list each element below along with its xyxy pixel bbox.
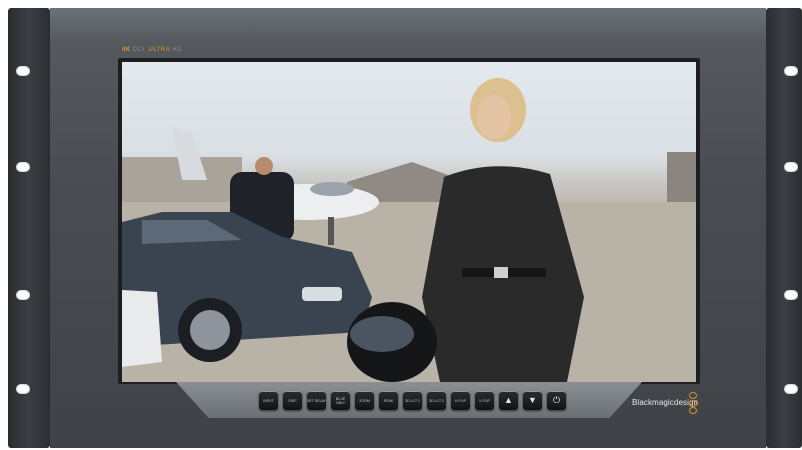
lut1-button[interactable]: 3D LUT 1	[403, 391, 422, 410]
power-icon: ⏻	[552, 395, 561, 405]
man-head	[255, 157, 273, 175]
hangar	[667, 152, 696, 202]
input-button[interactable]: INPUT	[259, 391, 278, 410]
peak-button[interactable]: PEAK	[379, 391, 398, 410]
triangle-up-icon: ▲	[504, 395, 513, 405]
car-rim	[190, 310, 230, 350]
set-delay-button[interactable]: SET DELAY	[307, 391, 326, 410]
jet-gear	[328, 217, 334, 245]
mounting-hole	[784, 162, 798, 172]
video-display	[122, 62, 696, 382]
motorcycle	[122, 290, 162, 367]
mounting-hole	[784, 384, 798, 394]
up-arrow-button[interactable]: ▲	[499, 391, 518, 410]
control-buttons: INPUT DISP SET DELAY BLUE ONLY ZOOM PEAK…	[259, 391, 566, 410]
format-label: HD	[172, 47, 182, 53]
left-rack-ear	[8, 8, 50, 448]
helmet-visor	[350, 316, 414, 352]
woman-face	[477, 95, 511, 139]
mounting-hole	[16, 66, 30, 76]
triangle-down-icon: ▼	[528, 395, 537, 405]
jet-window	[310, 182, 354, 196]
power-button[interactable]: ⏻	[547, 391, 566, 410]
format-labels: 4K DCI ULTRA HD	[122, 47, 182, 53]
right-rack-ear	[766, 8, 802, 448]
format-label: 4K	[122, 47, 131, 53]
belt-buckle	[494, 267, 508, 278]
down-arrow-button[interactable]: ▼	[523, 391, 542, 410]
car-headlight	[302, 287, 342, 301]
h-flip-button[interactable]: H FLIP	[451, 391, 470, 410]
format-label: ULTRA	[148, 47, 171, 53]
mounting-hole	[16, 290, 30, 300]
blue-only-button[interactable]: BLUE ONLY	[331, 391, 350, 410]
mounting-hole	[784, 290, 798, 300]
video-frame-illustration	[122, 78, 696, 382]
lut2-button[interactable]: 3D LUT 2	[427, 391, 446, 410]
disp-button[interactable]: DISP	[283, 391, 302, 410]
brand-logo-icon	[689, 392, 697, 414]
zoom-button[interactable]: ZOOM	[355, 391, 374, 410]
mounting-hole	[16, 384, 30, 394]
v-flip-button[interactable]: V FLIP	[475, 391, 494, 410]
mounting-hole	[784, 66, 798, 76]
format-label: DCI	[132, 47, 145, 53]
mounting-hole	[16, 162, 30, 172]
